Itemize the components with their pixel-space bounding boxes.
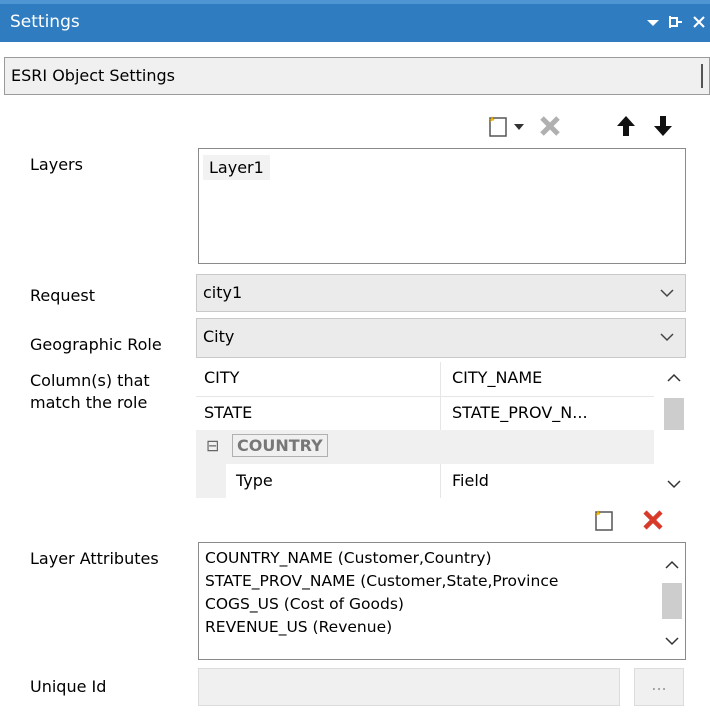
column-value: CITY_NAME bbox=[452, 368, 543, 387]
geographic-role-select[interactable]: City bbox=[196, 318, 686, 358]
scroll-thumb[interactable] bbox=[662, 583, 682, 619]
delete-attribute-icon[interactable] bbox=[641, 508, 663, 530]
unique-id-label: Unique Id bbox=[30, 677, 107, 696]
request-value: city1 bbox=[203, 283, 243, 302]
collapse-icon[interactable]: ⊟ bbox=[206, 436, 219, 455]
section-divider bbox=[701, 64, 703, 88]
dropdown-arrow-icon[interactable] bbox=[512, 116, 534, 138]
layers-list[interactable]: Layer1 bbox=[198, 148, 686, 264]
scroll-up-icon[interactable] bbox=[664, 557, 680, 576]
list-item[interactable]: COUNTRY_NAME (Customer,Country) bbox=[205, 547, 651, 570]
title-bar: Settings bbox=[0, 0, 710, 42]
dropdown-icon[interactable] bbox=[646, 11, 660, 39]
geographic-role-label: Geographic Role bbox=[30, 335, 162, 354]
list-item[interactable]: Layer1 bbox=[203, 155, 270, 180]
layers-label: Layers bbox=[30, 155, 83, 174]
unique-id-input[interactable] bbox=[198, 668, 620, 706]
layer-attributes-list[interactable]: COUNTRY_NAME (Customer,Country) STATE_PR… bbox=[198, 542, 686, 660]
layer-attributes-label: Layer Attributes bbox=[30, 549, 159, 568]
table-row[interactable]: STATE STATE_PROV_N... bbox=[196, 396, 654, 431]
geographic-role-value: City bbox=[203, 327, 235, 346]
column-name: STATE bbox=[204, 403, 253, 422]
scroll-thumb[interactable] bbox=[664, 398, 684, 430]
window-title: Settings bbox=[10, 12, 80, 32]
columns-scrollbar[interactable] bbox=[662, 362, 686, 498]
new-layer-icon[interactable] bbox=[486, 114, 508, 137]
delete-layer-icon[interactable] bbox=[538, 114, 560, 136]
pin-icon[interactable] bbox=[667, 11, 683, 39]
list-item[interactable]: REVENUE_US (Revenue) bbox=[205, 616, 651, 639]
scroll-down-icon[interactable] bbox=[666, 476, 682, 495]
columns-label-line2: match the role bbox=[30, 393, 148, 412]
browse-button-label: ... bbox=[651, 675, 667, 694]
scroll-up-icon[interactable] bbox=[666, 370, 682, 389]
browse-button[interactable]: ... bbox=[634, 668, 684, 706]
close-icon[interactable] bbox=[692, 11, 708, 39]
move-up-icon[interactable] bbox=[614, 114, 636, 136]
columns-grid: CITY CITY_NAME STATE STATE_PROV_N... ⊟ C… bbox=[196, 362, 688, 502]
property-value: Field bbox=[452, 471, 489, 490]
section-title: ESRI Object Settings bbox=[11, 66, 176, 85]
chevron-down-icon[interactable] bbox=[659, 284, 675, 306]
layers-toolbar bbox=[484, 112, 684, 142]
property-name: Type bbox=[236, 471, 273, 490]
move-down-icon[interactable] bbox=[651, 114, 673, 136]
group-name: COUNTRY bbox=[232, 434, 328, 457]
scroll-down-icon[interactable] bbox=[664, 633, 680, 652]
chevron-down-icon[interactable] bbox=[659, 328, 675, 350]
request-label: Request bbox=[30, 286, 95, 305]
table-row[interactable]: CITY CITY_NAME bbox=[196, 362, 654, 397]
table-row[interactable]: Type Field bbox=[196, 464, 654, 498]
list-item[interactable]: COGS_US (Cost of Goods) bbox=[205, 593, 651, 616]
group-row[interactable]: ⊟ COUNTRY bbox=[196, 430, 654, 464]
column-divider bbox=[440, 464, 441, 498]
layer-name: Layer1 bbox=[209, 158, 264, 177]
column-divider bbox=[440, 362, 441, 396]
column-value: STATE_PROV_N... bbox=[452, 403, 588, 422]
section-header[interactable]: ESRI Object Settings bbox=[4, 57, 710, 95]
attributes-scrollbar[interactable] bbox=[659, 543, 685, 659]
add-attribute-icon[interactable] bbox=[592, 508, 614, 531]
column-name: CITY bbox=[204, 368, 240, 387]
column-divider bbox=[440, 396, 441, 430]
columns-label-line1: Column(s) that bbox=[30, 371, 150, 390]
request-select[interactable]: city1 bbox=[196, 274, 686, 312]
row-indent bbox=[196, 464, 226, 498]
attributes-items: COUNTRY_NAME (Customer,Country) STATE_PR… bbox=[205, 547, 651, 639]
list-item[interactable]: STATE_PROV_NAME (Customer,State,Province bbox=[205, 570, 651, 593]
